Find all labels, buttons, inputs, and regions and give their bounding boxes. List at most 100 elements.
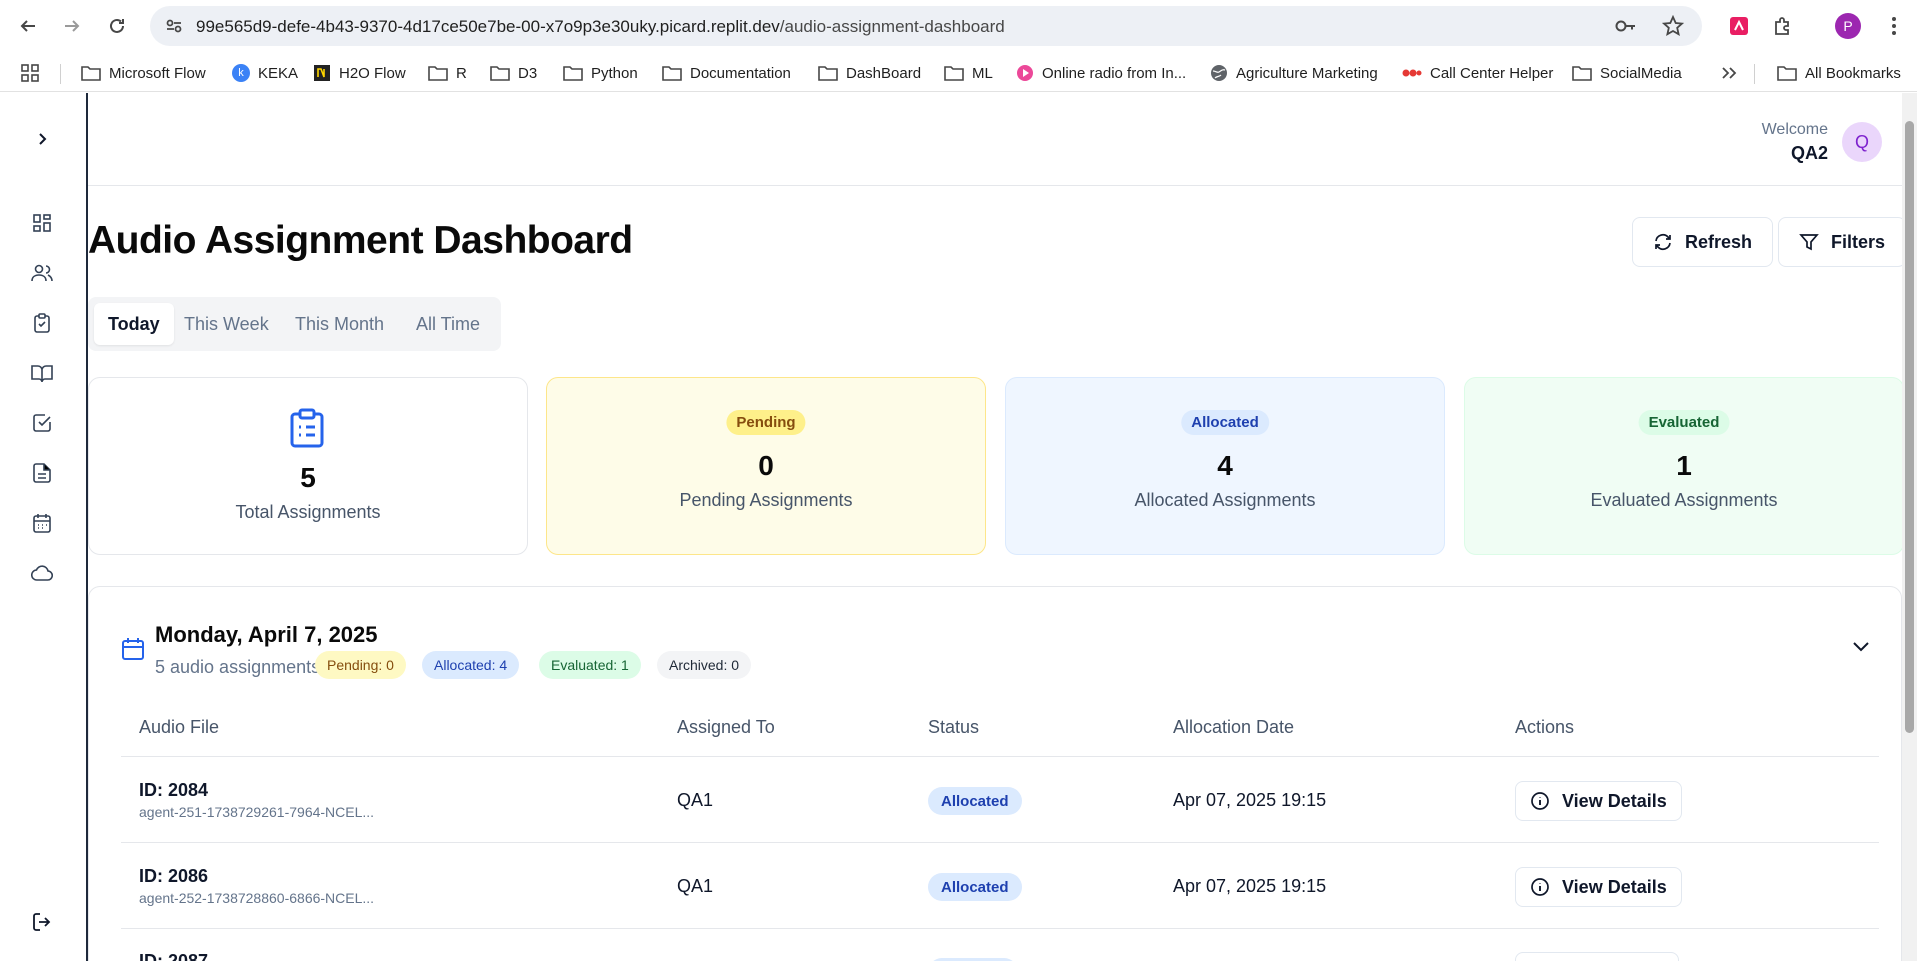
all-bookmarks[interactable]: All Bookmarks — [1777, 62, 1901, 84]
users-icon[interactable] — [30, 261, 54, 285]
row-allocation-date: Apr 07, 2025 19:15 — [1173, 790, 1327, 810]
row-allocation-date: Apr 07, 2025 19:15 — [1173, 876, 1327, 896]
view-details-button[interactable]: View Details — [1515, 781, 1682, 821]
folder-icon — [818, 66, 838, 81]
row-assigned-to: QA1 — [677, 876, 714, 896]
bookmark-r[interactable]: R — [428, 62, 467, 84]
bookmark-star-icon[interactable] — [1661, 14, 1685, 42]
browser-menu-icon[interactable] — [1880, 12, 1908, 40]
bookmarks-divider — [1754, 64, 1755, 84]
total-assignments-card: 5 Total Assignments — [88, 377, 528, 555]
row-status-badge: Allocated — [928, 873, 1022, 901]
file-report-icon[interactable] — [30, 461, 54, 485]
bookmark-call-center-helper[interactable]: Call Center Helper — [1402, 62, 1553, 84]
group-date-heading: Monday, April 7, 2025 — [155, 622, 378, 647]
folder-icon — [563, 66, 583, 81]
row-audio-file: agent-251-1738729261-7964-NCEL... — [139, 804, 375, 820]
allocated-count-pill: Allocated: 4 — [422, 651, 520, 679]
welcome-label: Welcome — [1761, 121, 1828, 138]
bookmark-dashboard[interactable]: DashBoard — [818, 62, 921, 84]
cloud-icon[interactable] — [30, 561, 54, 585]
date-group-panel: Monday, April 7, 2025 5 audio assignment… — [88, 586, 1902, 961]
browser-toolbar: 99e565d9-defe-4b43-9370-4d17ce50e7be-00-… — [0, 0, 1917, 52]
password-key-icon[interactable] — [1614, 16, 1638, 41]
filter-icon — [1799, 234, 1819, 251]
back-icon[interactable] — [14, 12, 42, 40]
evaluated-value: 1 — [1676, 450, 1692, 481]
allocated-value: 4 — [1217, 450, 1233, 481]
keka-icon: k — [232, 64, 250, 82]
bookmark-python[interactable]: Python — [563, 62, 638, 84]
bookmark-documentation[interactable]: Documentation — [662, 62, 791, 84]
url-text: 99e565d9-defe-4b43-9370-4d17ce50e7be-00-… — [196, 17, 1005, 36]
scrollbar-thumb[interactable] — [1905, 121, 1914, 733]
dashboard-icon[interactable] — [30, 211, 54, 235]
h2o-icon — [314, 65, 330, 81]
bookmarks-bar: Microsoft Flow k KEKA H2O Flow R D3 Pyth… — [0, 52, 1917, 92]
filters-button[interactable]: Filters — [1778, 217, 1902, 267]
table-divider — [121, 842, 1879, 843]
user-name: QA2 — [1790, 143, 1828, 163]
page-scrollbar[interactable] — [1902, 93, 1917, 961]
group-count-text: 5 audio assignments — [155, 657, 321, 677]
col-audio-file: Audio File — [139, 717, 220, 737]
evaluated-label: Evaluated Assignments — [1590, 490, 1778, 510]
extensions-puzzle-icon[interactable] — [1769, 12, 1797, 40]
info-icon — [1531, 878, 1549, 896]
browser-profile-avatar[interactable]: P — [1835, 13, 1861, 39]
row-audio-id: ID: 2087 — [139, 951, 209, 961]
bookmark-online-radio[interactable]: Online radio from In... — [1016, 62, 1186, 84]
calendar-icon[interactable] — [30, 511, 54, 535]
bookmark-keka[interactable]: k KEKA — [232, 62, 298, 84]
folder-icon — [428, 66, 448, 81]
bookmark-h2o-flow[interactable]: H2O Flow — [313, 62, 406, 84]
extension-app-icon[interactable] — [1725, 12, 1753, 40]
row-assigned-to: QA1 — [677, 790, 714, 810]
col-allocation-date: Allocation Date — [1173, 717, 1295, 737]
tab-this-week[interactable]: This Week — [170, 303, 283, 345]
forward-icon[interactable] — [58, 12, 86, 40]
evaluated-assignments-card: Evaluated 1 Evaluated Assignments — [1464, 377, 1902, 555]
folder-icon — [662, 66, 682, 81]
allocated-assignments-card: Allocated 4 Allocated Assignments — [1005, 377, 1445, 555]
checkbox-icon[interactable] — [30, 411, 54, 435]
apps-grid-icon[interactable] — [20, 62, 40, 84]
tab-all-time[interactable]: All Time — [402, 303, 494, 345]
site-settings-icon[interactable] — [164, 16, 184, 41]
folder-icon — [81, 66, 101, 81]
total-label: Total Assignments — [235, 502, 381, 522]
col-actions: Actions — [1515, 717, 1575, 737]
page-title: Audio Assignment Dashboard — [88, 219, 633, 262]
time-range-tabs: Today This Week This Month All Time — [88, 297, 501, 351]
tab-this-month[interactable]: This Month — [281, 303, 398, 345]
row-status-badge: Allocated — [928, 787, 1022, 815]
folder-icon — [1777, 66, 1797, 81]
book-open-icon[interactable] — [30, 361, 54, 385]
app-sidebar — [0, 93, 88, 961]
view-details-button[interactable] — [1515, 952, 1679, 961]
tab-today[interactable]: Today — [94, 303, 174, 345]
user-avatar[interactable]: Q — [1842, 122, 1882, 162]
bookmark-ml[interactable]: ML — [944, 62, 993, 84]
refresh-button[interactable]: Refresh — [1632, 217, 1774, 267]
folder-icon — [490, 66, 510, 81]
radio-icon — [1017, 65, 1033, 81]
main-content: Welcome QA2 Q Audio Assignment Dashboard… — [88, 93, 1902, 961]
address-bar[interactable]: 99e565d9-defe-4b43-9370-4d17ce50e7be-00-… — [150, 6, 1702, 46]
folder-icon — [944, 66, 964, 81]
bookmark-socialmedia[interactable]: SocialMedia — [1572, 62, 1682, 84]
col-status: Status — [928, 717, 980, 737]
pending-label: Pending Assignments — [679, 490, 853, 510]
collapse-chevron-icon[interactable] — [1851, 639, 1871, 658]
logout-icon[interactable] — [30, 910, 54, 934]
clipboard-check-icon[interactable] — [30, 311, 54, 335]
clipboard-list-icon — [290, 408, 324, 448]
bookmark-microsoft-flow[interactable]: Microsoft Flow — [81, 62, 206, 84]
bookmark-agriculture-marketing[interactable]: Agriculture Marketing — [1210, 62, 1378, 84]
evaluated-badge: Evaluated — [1638, 410, 1730, 435]
reload-icon[interactable] — [103, 12, 131, 40]
bookmarks-overflow-chevron-icon[interactable] — [1720, 62, 1738, 84]
view-details-button[interactable]: View Details — [1515, 867, 1682, 907]
bookmark-d3[interactable]: D3 — [490, 62, 537, 84]
expand-sidebar-chevron-icon[interactable] — [30, 127, 54, 151]
